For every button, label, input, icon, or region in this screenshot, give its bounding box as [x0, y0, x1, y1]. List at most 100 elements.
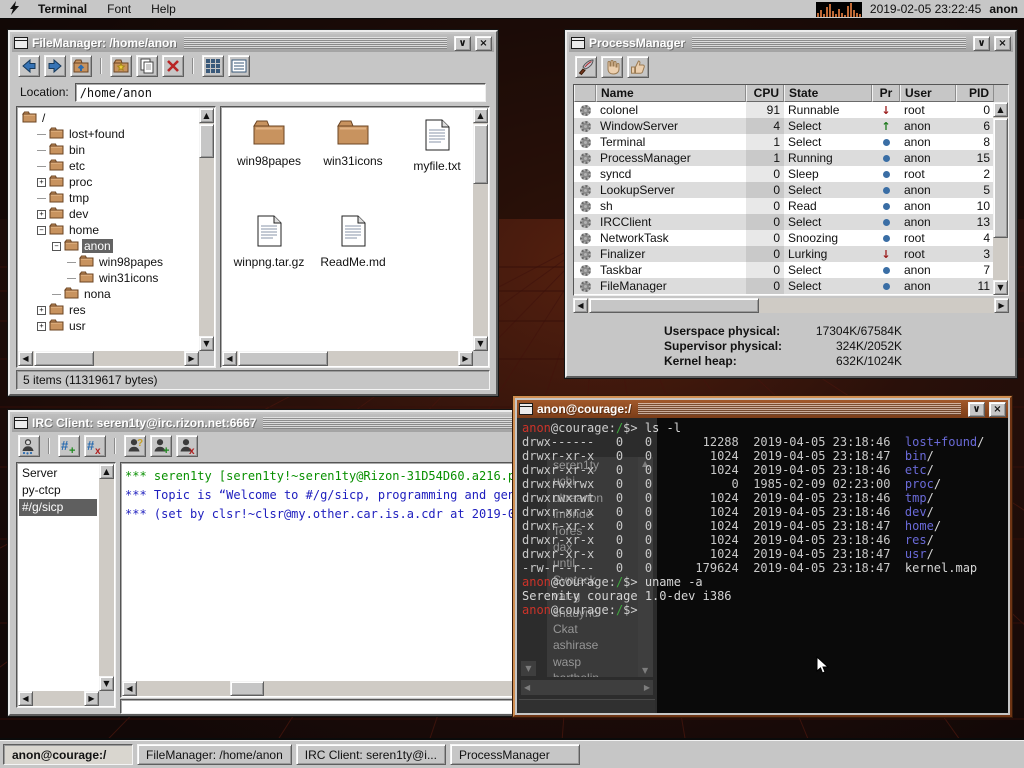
scrollbar-thumb[interactable] — [238, 351, 328, 366]
taskbar-button[interactable]: ProcessManager — [450, 744, 580, 765]
process-row[interactable]: Finalizer0Lurking↓root3 — [574, 246, 1008, 262]
expand-icon[interactable]: + — [37, 210, 46, 219]
close-button[interactable]: × — [989, 402, 1006, 417]
tree-item-bin[interactable]: bin — [19, 142, 197, 158]
tree-item-win98papes[interactable]: win98papes — [19, 254, 197, 270]
files-horizontal-scrollbar[interactable]: ◀ ▶ — [222, 351, 473, 366]
process-horizontal-scrollbar[interactable]: ◀ ▶ — [573, 298, 1009, 313]
tree-item-usr[interactable]: +usr — [19, 318, 197, 334]
files-vertical-scrollbar[interactable]: ▲ ▼ — [473, 108, 488, 351]
location-input[interactable]: /home/anon — [75, 83, 486, 102]
scroll-up-icon[interactable]: ▲ — [99, 464, 114, 479]
part-channel-button[interactable]: #x — [84, 435, 106, 457]
tree-vertical-scrollbar[interactable]: ▲ ▼ — [199, 108, 214, 351]
process-row[interactable]: Taskbar0Selectanon7 — [574, 262, 1008, 278]
process-row[interactable]: colonel91Runnable↓root0 — [574, 102, 1008, 118]
menu-help[interactable]: Help — [141, 1, 186, 17]
kill-process-button[interactable] — [575, 56, 597, 78]
tree-item-etc[interactable]: etc — [19, 158, 197, 174]
channel-item[interactable]: Server — [19, 465, 97, 482]
copy-button[interactable] — [136, 55, 158, 77]
add-user-button[interactable]: + — [150, 435, 172, 457]
scrollbar-thumb[interactable] — [199, 124, 214, 158]
process-row[interactable]: ProcessManager1Runninganon15 — [574, 150, 1008, 166]
scroll-left-icon[interactable]: ◀ — [18, 351, 33, 366]
whois-user-button[interactable]: ? — [124, 435, 146, 457]
directory-tree-pane[interactable]: /lost+foundbinetc+proctmp+dev−home−anonw… — [16, 106, 216, 368]
process-row[interactable]: sh0Readanon10 — [574, 198, 1008, 214]
column-header-icon[interactable] — [574, 85, 596, 102]
tree-item-tmp[interactable]: tmp — [19, 190, 197, 206]
scroll-up-icon[interactable]: ▲ — [473, 108, 488, 123]
delete-button[interactable] — [162, 55, 184, 77]
process-row[interactable]: syncd0Sleeproot2 — [574, 166, 1008, 182]
expand-icon[interactable]: + — [37, 178, 46, 187]
file-item-win98papes[interactable]: win98papes — [228, 113, 310, 209]
system-logo-icon[interactable] — [6, 1, 22, 18]
column-header-state[interactable]: State — [784, 85, 872, 102]
scrollbar-thumb[interactable] — [993, 118, 1008, 238]
tree-item-nona[interactable]: nona — [19, 286, 197, 302]
go-forward-button[interactable] — [44, 55, 66, 77]
column-header-cpu[interactable]: CPU — [746, 85, 784, 102]
process-table[interactable]: Name CPU State Pr User PID colonel91Runn… — [573, 84, 1009, 296]
process-row[interactable]: WindowServer4Select↑anon6 — [574, 118, 1008, 134]
taskbar-button[interactable]: FileManager: /home/anon — [137, 744, 292, 765]
scroll-right-icon[interactable]: ▶ — [994, 298, 1009, 313]
irc-channel-pane[interactable]: Serverpy-ctcp#/g/sicp ▲ ▼ ◀ ▶ — [16, 462, 116, 708]
process-row[interactable]: Terminal1Selectanon8 — [574, 134, 1008, 150]
scroll-left-icon[interactable]: ◀ — [122, 681, 137, 696]
menu-terminal[interactable]: Terminal — [28, 1, 97, 17]
file-item-ReadMemd[interactable]: ReadMe.md — [312, 209, 394, 305]
scroll-up-icon[interactable]: ▲ — [993, 102, 1008, 117]
process-row[interactable]: FileManager0Selectanon11 — [574, 278, 1008, 294]
taskbar-button[interactable]: anon@courage:/ — [3, 744, 133, 765]
clock[interactable]: 2019-02-05 23:22:45 — [870, 2, 981, 16]
go-back-button[interactable] — [18, 55, 40, 77]
close-button[interactable]: × — [994, 36, 1011, 51]
join-channel-button[interactable]: #+ — [58, 435, 80, 457]
server-user-button[interactable] — [18, 435, 40, 457]
file-item-myfiletxt[interactable]: myfile.txt — [396, 113, 478, 209]
channel-item[interactable]: #/g/sicp — [19, 499, 97, 516]
process-row[interactable]: IRCClient0Selectanon13 — [574, 214, 1008, 230]
scroll-left-icon[interactable]: ◀ — [18, 691, 33, 706]
scroll-left-icon[interactable]: ◀ — [222, 351, 237, 366]
continue-process-button[interactable] — [627, 56, 649, 78]
minimize-button[interactable]: ∨ — [454, 36, 471, 51]
expand-icon[interactable]: + — [37, 306, 46, 315]
minimize-button[interactable]: ∨ — [968, 402, 985, 417]
scrollbar-thumb[interactable] — [473, 124, 488, 184]
scroll-down-icon[interactable]: ▼ — [473, 336, 488, 351]
file-icon-pane[interactable]: win98papeswin31iconsmyfile.txt winpng.tar… — [220, 106, 490, 368]
tree-horizontal-scrollbar[interactable]: ◀ ▶ — [18, 351, 199, 366]
file-item-win31icons[interactable]: win31icons — [312, 113, 394, 209]
scrollbar-thumb[interactable] — [230, 681, 264, 696]
taskbar-button[interactable]: IRC Client: seren1ty@i... — [296, 744, 446, 765]
scroll-down-icon[interactable]: ▼ — [99, 676, 114, 691]
tree-item-anon[interactable]: −anon — [19, 238, 197, 254]
filemanager-titlebar[interactable]: FileManager: /home/anon ∨ × — [12, 34, 494, 52]
process-row[interactable]: LookupServer0Selectanon5 — [574, 182, 1008, 198]
collapse-icon[interactable]: − — [52, 242, 61, 251]
expand-icon[interactable]: + — [37, 322, 46, 331]
tree-item-home[interactable]: −home — [19, 222, 197, 238]
icon-view-button[interactable] — [202, 55, 224, 77]
tree-item-lostfound[interactable]: lost+found — [19, 126, 197, 142]
scrollbar-thumb[interactable] — [589, 298, 759, 313]
scroll-down-icon[interactable]: ▼ — [993, 280, 1008, 295]
column-header-name[interactable]: Name — [596, 85, 746, 102]
scrollbar-thumb[interactable] — [34, 351, 94, 366]
tree-item-[interactable]: / — [19, 110, 197, 126]
list-view-button[interactable] — [228, 55, 250, 77]
close-button[interactable]: × — [475, 36, 492, 51]
scroll-up-icon[interactable]: ▲ — [199, 108, 214, 123]
channel-item[interactable]: py-ctcp — [19, 482, 97, 499]
scroll-right-icon[interactable]: ▶ — [184, 351, 199, 366]
tree-item-dev[interactable]: +dev — [19, 206, 197, 222]
column-header-priority[interactable]: Pr — [872, 85, 900, 102]
tree-item-proc[interactable]: +proc — [19, 174, 197, 190]
terminal-content[interactable]: seren1tyuchiultraanonim0ndeToresdaxuntil… — [517, 418, 1008, 713]
tree-item-res[interactable]: +res — [19, 302, 197, 318]
file-item-winpngtargz[interactable]: winpng.tar.gz — [228, 209, 310, 305]
